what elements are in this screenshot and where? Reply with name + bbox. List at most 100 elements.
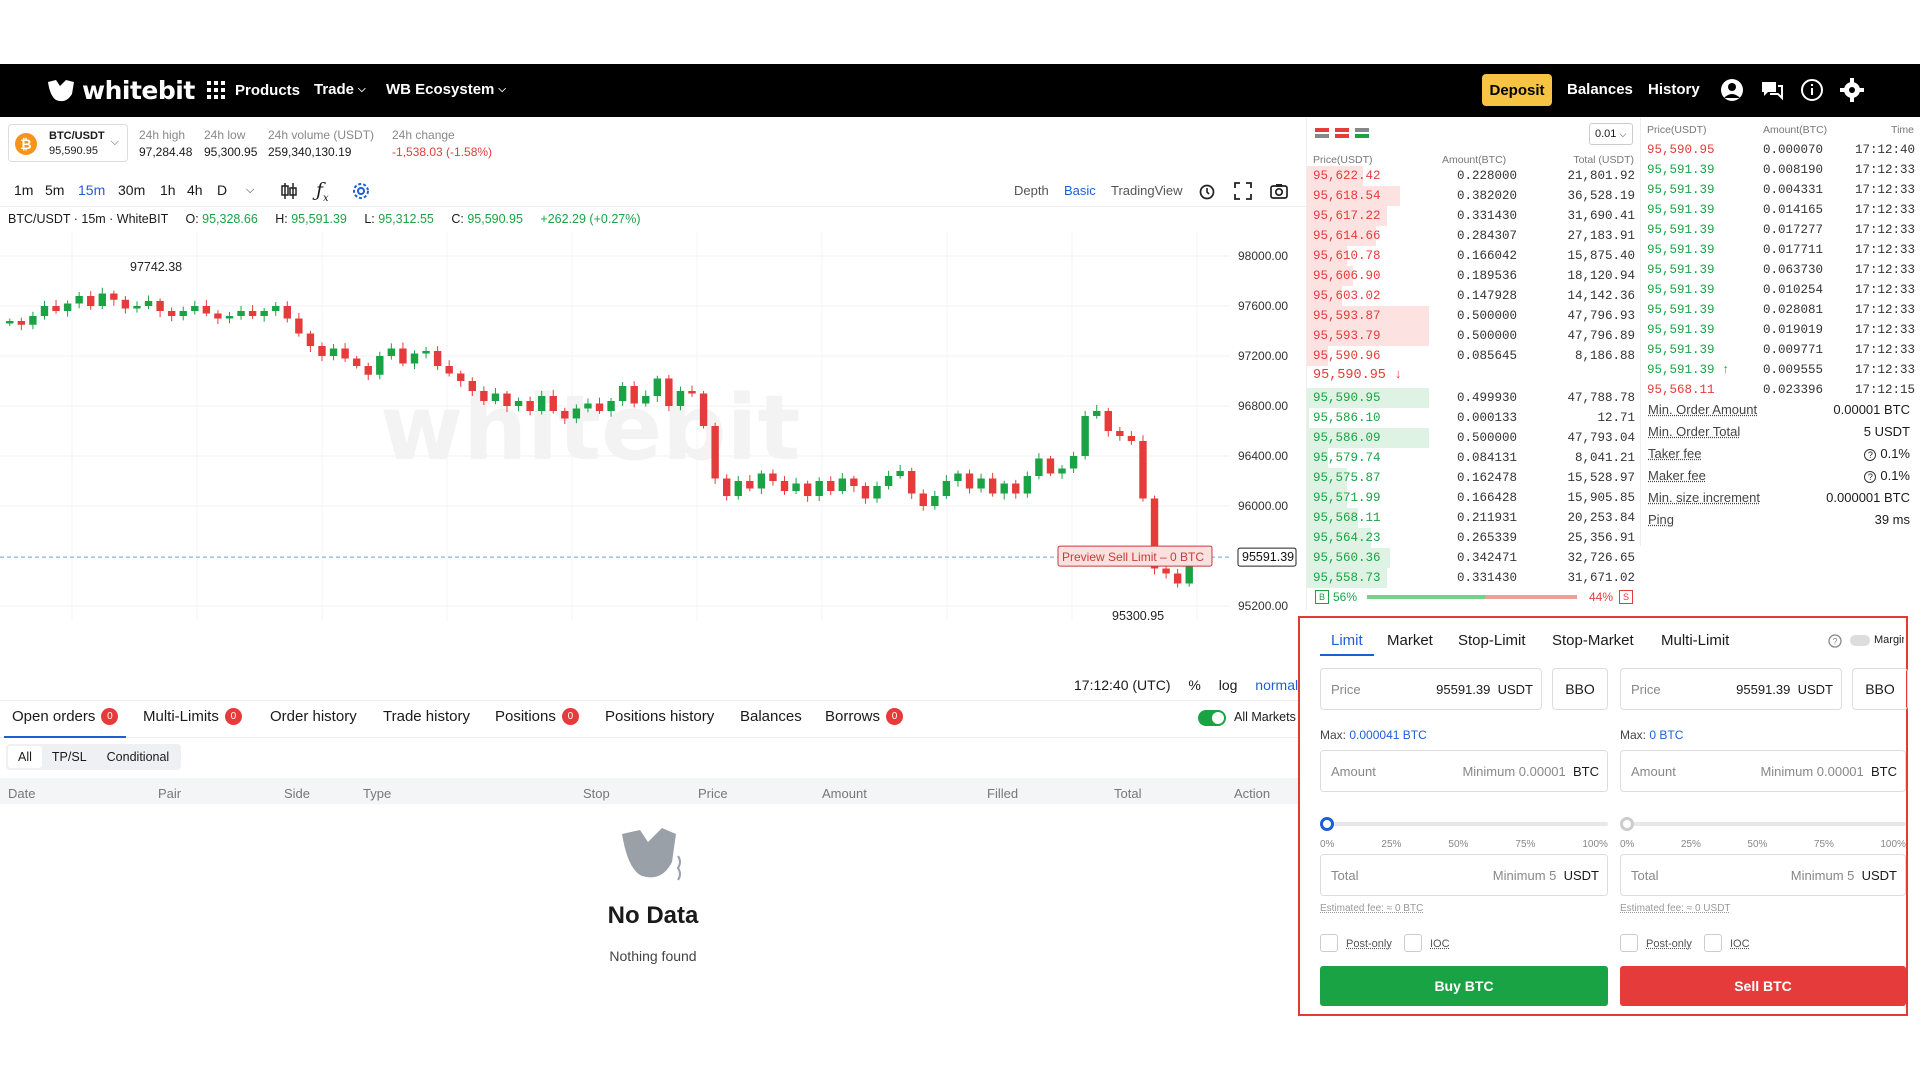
filter-all[interactable]: All [8,746,42,768]
tab-market[interactable]: Market [1387,632,1433,649]
tab-positions-history[interactable]: Positions history [605,708,714,725]
bid-row[interactable]: 95,571.99 0.166428 15,905.85 [1307,488,1641,508]
info-key[interactable]: Maker fee [1648,468,1706,483]
filter-tpsl[interactable]: TP/SL [42,746,97,768]
bid-row[interactable]: 95,586.09 0.500000 47,793.04 [1307,428,1641,448]
ask-row[interactable]: 95,593.79 0.500000 47,796.89 [1307,326,1641,346]
ask-row[interactable]: 95,614.66 0.284307 27,183.91 [1307,226,1641,246]
info-key[interactable]: Min. Order Total [1648,424,1740,439]
ask-row[interactable]: 95,606.90 0.189536 18,120.94 [1307,266,1641,286]
info-icon[interactable] [1800,78,1824,102]
tab-limit[interactable]: Limit [1331,632,1363,649]
view-depth[interactable]: Depth [1014,183,1049,198]
bid-row[interactable]: 95,579.74 0.084131 8,041.21 [1307,448,1641,468]
sell-ioc-checkbox[interactable] [1704,934,1722,952]
gear-icon[interactable] [1840,78,1864,102]
indicators-icon[interactable]: ƒx [316,179,329,204]
tab-positions[interactable]: Positions 0 [495,708,579,725]
ask-row[interactable]: 95,618.54 0.382020 36,528.19 [1307,186,1641,206]
tab-trade-history[interactable]: Trade history [383,708,470,725]
tf-30m[interactable]: 30m [118,182,145,198]
tab-open-orders[interactable]: Open orders 0 [12,708,119,725]
nav-products[interactable]: Products [207,81,300,99]
sell-slider-handle[interactable] [1620,817,1634,831]
tf-5m[interactable]: 5m [45,182,64,198]
sell-button[interactable]: Sell BTC [1620,966,1906,1006]
bid-row[interactable]: 95,564.23 0.265339 25,356.91 [1307,528,1641,548]
buy-amount-input[interactable]: Amount Minimum 0.00001 BTC [1320,750,1608,792]
alarm-icon[interactable] [1198,182,1216,200]
bid-row[interactable]: 95,560.36 0.342471 32,726.65 [1307,548,1641,568]
tab-balances[interactable]: Balances [740,708,802,725]
tab-stop-market[interactable]: Stop-Market [1552,632,1634,649]
buy-ioc-checkbox[interactable] [1404,934,1422,952]
all-markets-toggle[interactable] [1198,710,1226,726]
tab-multi-limits[interactable]: Multi-Limits 0 [143,708,242,725]
sell-amount-slider[interactable] [1626,822,1906,826]
buy-price-input[interactable]: Price 95591.39 USDT [1320,668,1542,710]
ask-row[interactable]: 95,617.22 0.331430 31,690.41 [1307,206,1641,226]
nav-trade[interactable]: Trade ⌵ [314,81,366,98]
scale-log[interactable]: log [1219,677,1238,693]
scale-percent[interactable]: % [1188,677,1200,693]
nav-ecosystem[interactable]: WB Ecosystem ⌵ [386,81,506,98]
sell-post-only-checkbox[interactable] [1620,934,1638,952]
sell-bbo-button[interactable]: BBO [1852,668,1908,710]
sell-amount-input[interactable]: Amount Minimum 0.00001 BTC [1620,750,1906,792]
info-key[interactable]: Ping [1648,512,1674,527]
scale-normal[interactable]: normal [1255,677,1298,693]
bid-row[interactable]: 95,575.87 0.162478 15,528.97 [1307,468,1641,488]
tf-15m[interactable]: 15m [78,182,105,198]
ask-row[interactable]: 95,603.02 0.147928 14,142.36 [1307,286,1641,306]
tf-1m[interactable]: 1m [14,182,33,198]
info-key[interactable]: Min. size increment [1648,490,1760,505]
margin-toggle[interactable] [1850,635,1870,646]
pair-selector[interactable]: ₿ BTC/USDT 95,590.95 ⌵ [8,124,128,162]
book-view-buttons[interactable] [1315,128,1375,145]
book-step-select[interactable]: 0.01 ⌵ [1589,123,1633,145]
buy-bbo-button[interactable]: BBO [1552,668,1608,710]
buy-slider-handle[interactable] [1320,817,1334,831]
logo[interactable]: whitebit [46,76,195,105]
tab-stop-limit[interactable]: Stop-Limit [1458,632,1526,649]
tf-4h[interactable]: 4h [187,182,203,198]
camera-icon[interactable] [1270,182,1288,200]
help-icon[interactable]: ? [1864,449,1877,461]
buy-button[interactable]: Buy BTC [1320,966,1608,1006]
help-icon[interactable]: ? [1828,634,1842,648]
buy-amount-slider[interactable] [1326,822,1608,826]
price-chart[interactable]: BTC/USDT · 15m · WhiteBIT O: 95,328.66 H… [0,206,1306,693]
ask-row[interactable]: 95,590.96 0.085645 8,186.88 [1307,346,1641,366]
view-tradingview[interactable]: TradingView [1111,183,1183,198]
bid-row[interactable]: 95,590.95 0.499930 47,788.78 [1307,388,1641,408]
nav-balances[interactable]: Balances [1567,81,1633,98]
chevron-down-icon[interactable]: ⌵ [246,184,254,197]
tf-d[interactable]: D [217,182,227,198]
fullscreen-icon[interactable] [1234,182,1252,200]
tab-borrows[interactable]: Borrows 0 [825,708,904,725]
tab-multi-limit[interactable]: Multi-Limit [1661,632,1729,649]
bid-row[interactable]: 95,586.10 0.000133 12.71 [1307,408,1641,428]
filter-conditional[interactable]: Conditional [97,746,180,768]
ask-row[interactable]: 95,593.87 0.500000 47,796.93 [1307,306,1641,326]
tab-order-history[interactable]: Order history [270,708,357,725]
sell-total-input[interactable]: Total Minimum 5 USDT [1620,854,1906,896]
candles-icon[interactable] [280,182,298,200]
info-key[interactable]: Min. Order Amount [1648,402,1757,417]
bid-row[interactable]: 95,558.73 0.331430 31,671.02 [1307,568,1641,588]
view-basic[interactable]: Basic [1064,183,1096,198]
settings-icon[interactable] [352,182,370,200]
sell-price-input[interactable]: Price 95591.39 USDT [1620,668,1842,710]
chat-icon[interactable] [1760,78,1784,102]
buy-total-input[interactable]: Total Minimum 5 USDT [1320,854,1608,896]
bid-row[interactable]: 95,568.11 0.211931 20,253.84 [1307,508,1641,528]
info-key[interactable]: Taker fee [1648,446,1701,461]
ask-row[interactable]: 95,610.78 0.166042 15,875.40 [1307,246,1641,266]
help-icon[interactable]: ? [1864,471,1877,483]
buy-post-only-checkbox[interactable] [1320,934,1338,952]
ask-row[interactable]: 95,622.42 0.228000 21,801.92 [1307,166,1641,186]
deposit-button[interactable]: Deposit [1482,74,1552,106]
user-icon[interactable] [1720,78,1744,102]
nav-history[interactable]: History [1648,81,1700,98]
tf-1h[interactable]: 1h [160,182,176,198]
